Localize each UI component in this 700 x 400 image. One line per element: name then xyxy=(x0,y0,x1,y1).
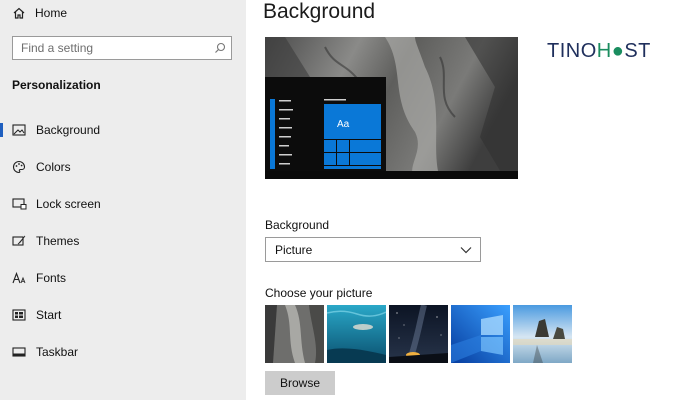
preview-tile-text: Aa xyxy=(337,119,350,130)
sidebar-item-themes[interactable]: Themes xyxy=(0,227,246,255)
search-icon[interactable] xyxy=(209,42,231,54)
sidebar-item-label: Fonts xyxy=(36,271,67,285)
desktop-preview: Aa xyxy=(265,37,518,179)
sidebar: Home Personalization Background xyxy=(0,0,246,400)
thumbnail-underwater-swimmer[interactable] xyxy=(327,305,386,363)
font-icon xyxy=(11,270,27,286)
background-dropdown-value: Picture xyxy=(275,242,313,257)
picture-icon xyxy=(11,122,27,138)
start-icon xyxy=(11,307,27,323)
page-title: Background xyxy=(263,0,376,23)
thumbnail-windows-blue[interactable] xyxy=(451,305,510,363)
sidebar-item-label: Start xyxy=(36,308,62,322)
browse-button[interactable]: Browse xyxy=(265,371,335,395)
taskbar-icon xyxy=(11,344,27,360)
thumbnail-night-sky[interactable] xyxy=(389,305,448,363)
thumbnail-rock-wall[interactable] xyxy=(265,305,324,363)
thumbnail-beach-rocks[interactable] xyxy=(513,305,572,363)
sidebar-item-taskbar[interactable]: Taskbar xyxy=(0,338,246,366)
palette-icon xyxy=(11,159,27,175)
brush-icon xyxy=(11,233,27,249)
selection-indicator xyxy=(0,123,3,137)
sidebar-item-label: Background xyxy=(36,123,101,137)
sidebar-item-fonts[interactable]: Fonts xyxy=(0,264,246,292)
sidebar-item-label: Taskbar xyxy=(36,345,79,359)
search-input[interactable] xyxy=(13,38,209,58)
background-dropdown[interactable]: Picture xyxy=(265,237,481,262)
home-label: Home xyxy=(35,6,68,20)
tinohost-logo: TINOH●ST xyxy=(547,40,651,62)
sidebar-item-start[interactable]: Start xyxy=(0,301,246,329)
sidebar-item-label: Colors xyxy=(36,160,71,174)
home-link[interactable]: Home xyxy=(12,4,67,22)
home-icon xyxy=(13,7,25,19)
search-box[interactable] xyxy=(12,36,232,60)
lock-screen-icon xyxy=(11,196,27,212)
sidebar-item-label: Lock screen xyxy=(36,197,101,211)
background-field-label: Background xyxy=(265,218,330,232)
sidebar-item-colors[interactable]: Colors xyxy=(0,153,246,181)
sidebar-item-lock-screen[interactable]: Lock screen xyxy=(0,190,246,218)
choose-picture-label: Choose your picture xyxy=(265,286,373,300)
chevron-down-icon xyxy=(460,246,472,253)
section-title: Personalization xyxy=(12,78,101,92)
sidebar-item-label: Themes xyxy=(36,234,80,248)
sidebar-item-background[interactable]: Background xyxy=(0,116,246,144)
